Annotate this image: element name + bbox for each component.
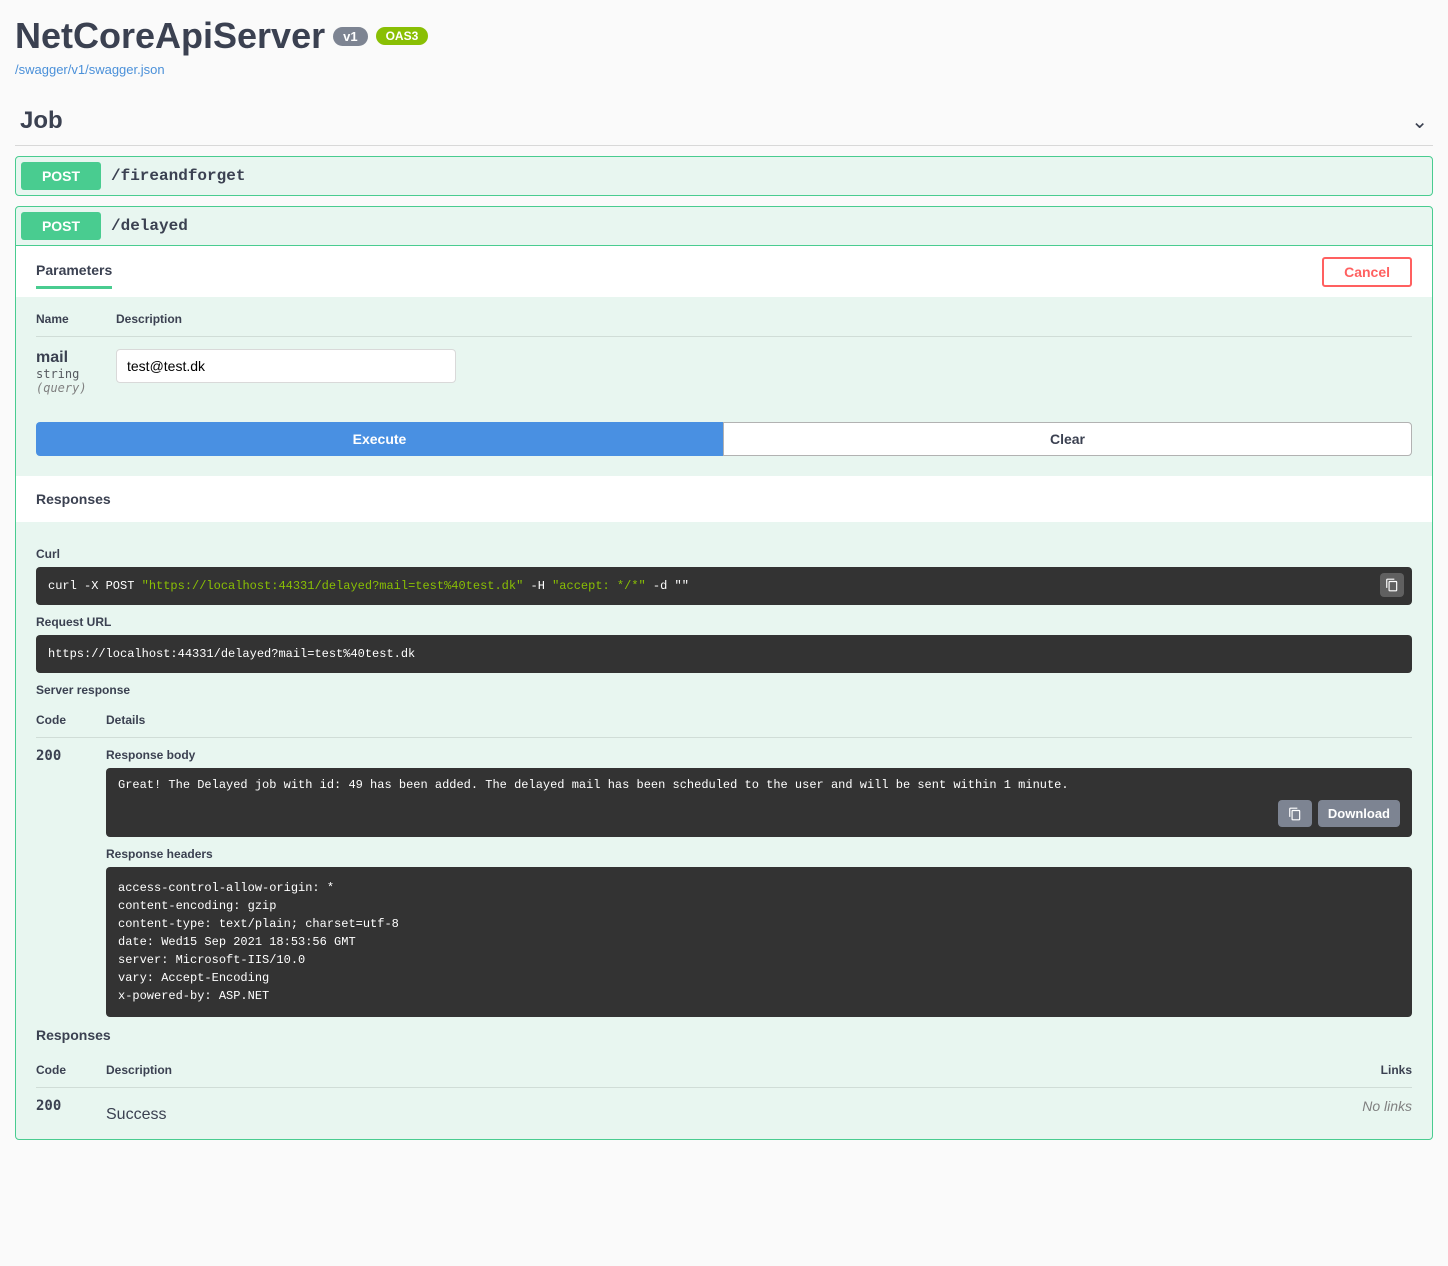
op-summary-fireandforget[interactable]: POST /fireandforget: [16, 157, 1432, 195]
param-row-mail: mail string (query): [36, 337, 1412, 407]
doc-responses-label: Responses: [36, 1017, 1412, 1053]
col-description: Description: [116, 312, 1412, 326]
body-label: Response body: [106, 748, 1412, 762]
responses-header: Responses: [16, 476, 1432, 522]
cancel-button[interactable]: Cancel: [1322, 257, 1412, 287]
mail-input[interactable]: [116, 349, 456, 383]
method-badge: POST: [21, 212, 101, 240]
copy-body-button[interactable]: [1278, 800, 1312, 827]
op-path: /fireandforget: [111, 167, 245, 185]
response-code: 200: [36, 748, 106, 1017]
section-header-job[interactable]: Job ⌄: [15, 97, 1433, 146]
method-badge: POST: [21, 162, 101, 190]
curl-label: Curl: [36, 547, 1412, 561]
details-header: Details: [106, 713, 1412, 727]
section-title: Job: [20, 107, 63, 135]
curl-block: curl -X POST "https://localhost:44331/de…: [36, 567, 1412, 605]
tab-parameters[interactable]: Parameters: [36, 254, 112, 289]
request-url-block: https://localhost:44331/delayed?mail=tes…: [36, 635, 1412, 673]
description-header: Description: [106, 1063, 1312, 1077]
headers-label: Response headers: [106, 847, 1412, 861]
requrl-label: Request URL: [36, 615, 1412, 629]
version-badge: v1: [333, 27, 367, 46]
col-name: Name: [36, 312, 116, 326]
op-delayed: POST /delayed Parameters Cancel Name Des…: [15, 206, 1433, 1140]
server-response-label: Server response: [36, 683, 1412, 697]
op-summary-delayed[interactable]: POST /delayed: [16, 207, 1432, 245]
code-header: Code: [36, 713, 106, 727]
op-path: /delayed: [111, 217, 188, 235]
doc-success: Success: [106, 1106, 1312, 1124]
execute-button[interactable]: Execute: [36, 422, 723, 456]
param-type: string: [36, 367, 116, 381]
download-button[interactable]: Download: [1318, 800, 1400, 827]
code-header: Code: [36, 1063, 106, 1077]
response-headers-block: access-control-allow-origin: * content-e…: [106, 867, 1412, 1017]
links-header: Links: [1312, 1063, 1412, 1077]
no-links: No links: [1312, 1098, 1412, 1124]
op-fireandforget: POST /fireandforget: [15, 156, 1433, 196]
copy-icon[interactable]: [1380, 573, 1404, 597]
spec-link[interactable]: /swagger/v1/swagger.json: [15, 62, 165, 77]
doc-code: 200: [36, 1098, 106, 1124]
clear-button[interactable]: Clear: [723, 422, 1412, 456]
chevron-down-icon: ⌄: [1411, 109, 1428, 134]
header: NetCoreApiServer v1 OAS3 /swagger/v1/swa…: [15, 15, 1433, 77]
oas-badge: OAS3: [376, 27, 429, 45]
response-body-block: Great! The Delayed job with id: 49 has b…: [106, 768, 1412, 837]
api-title: NetCoreApiServer: [15, 15, 325, 57]
param-name: mail: [36, 349, 116, 367]
param-location: (query): [36, 381, 116, 395]
